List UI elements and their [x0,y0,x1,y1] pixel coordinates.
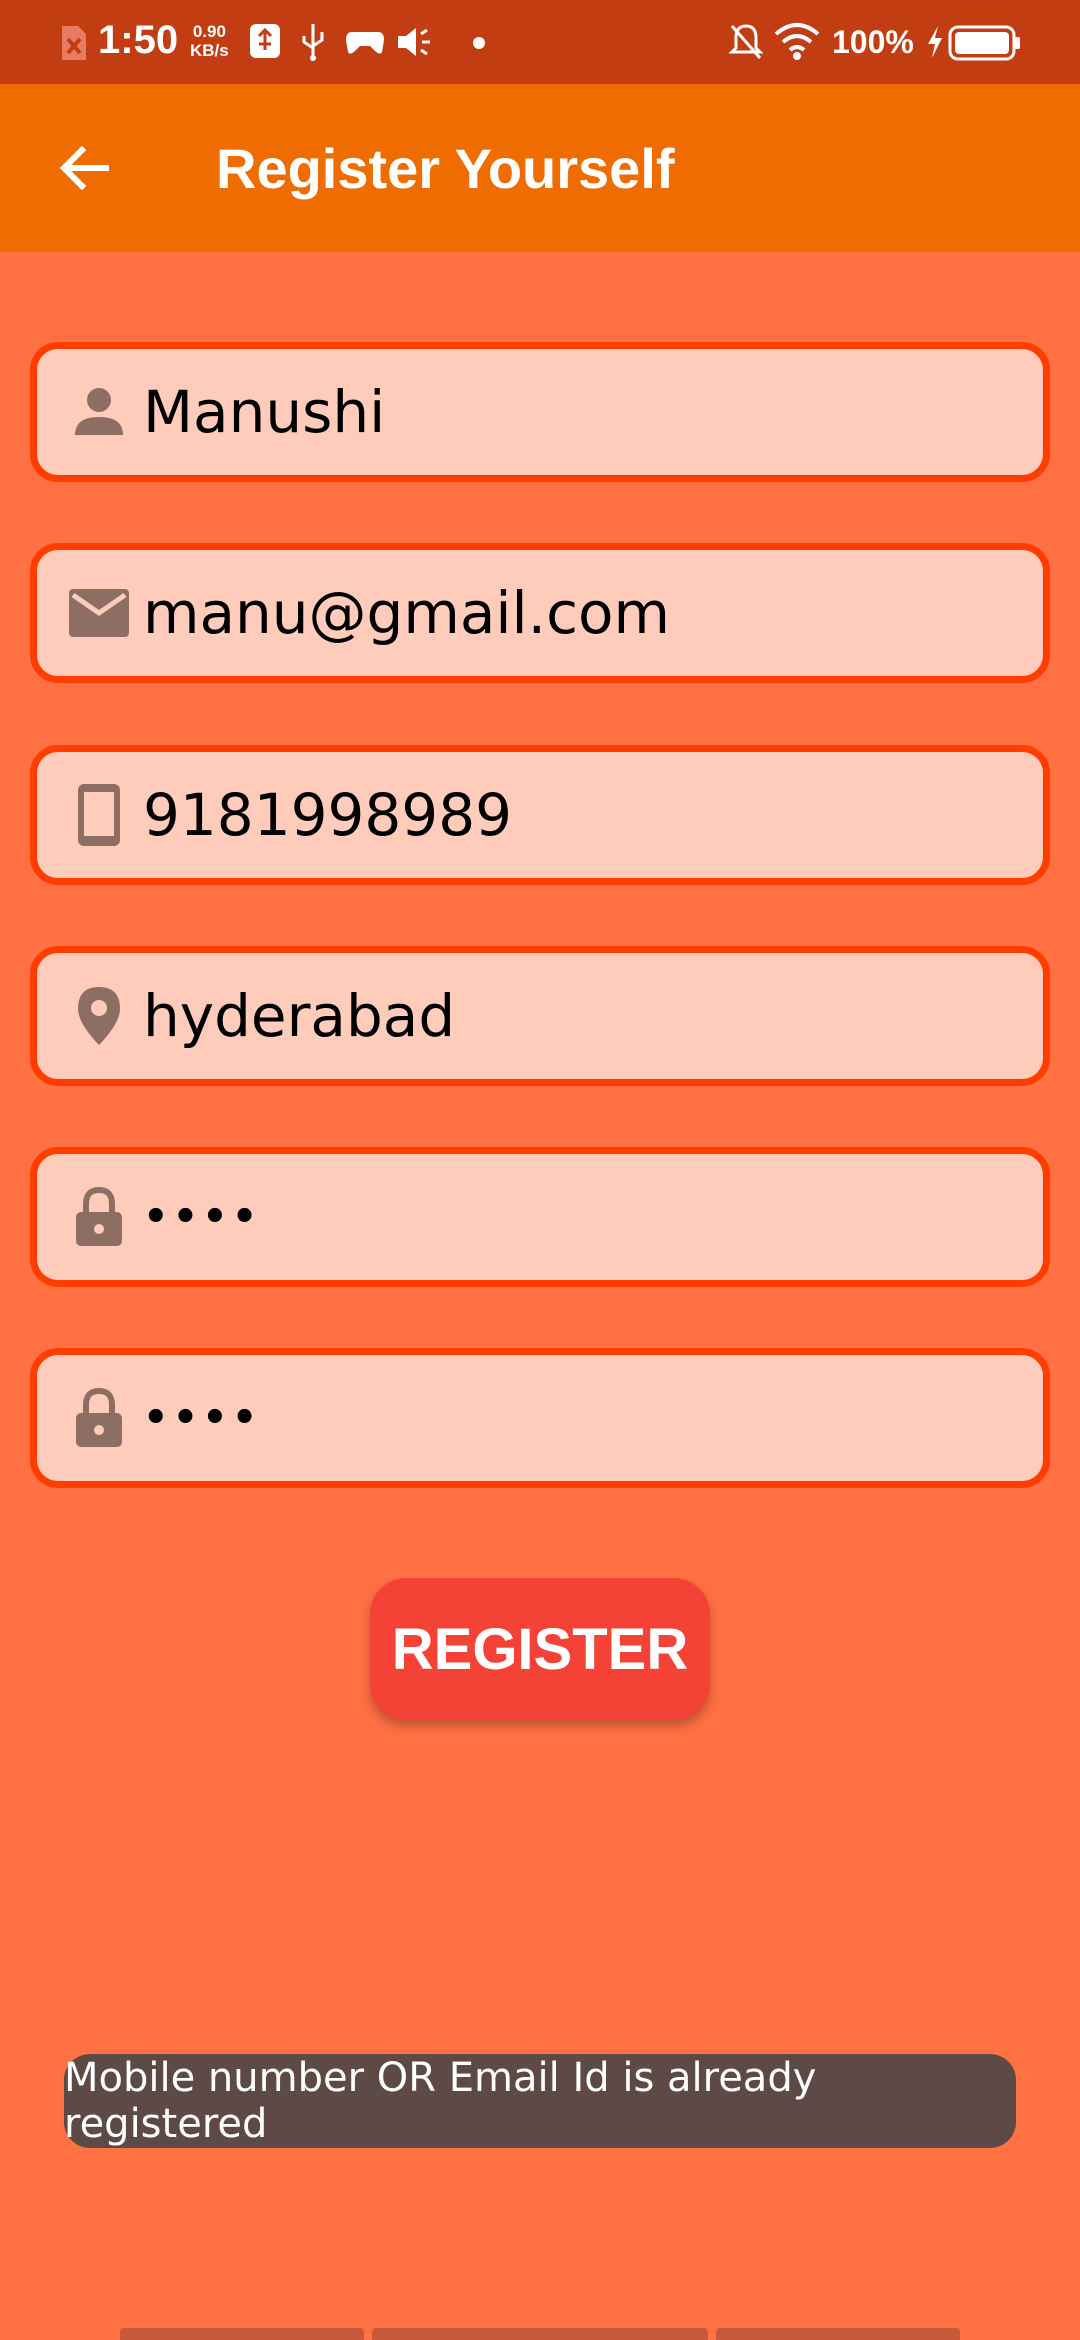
game-controller-icon [346,32,384,54]
network-speed: 0.90 KB/s [190,22,229,60]
person-icon [65,378,133,446]
password-value: •••• [143,1194,262,1240]
page-title: Register Yourself [216,137,675,200]
confirm-password-value: •••• [143,1395,262,1441]
nav-hint-segment [716,2328,960,2340]
phone-icon [65,781,133,849]
network-speed-unit: KB/s [190,41,229,60]
battery-percent: 100% [832,24,914,60]
city-field[interactable]: hyderabad [30,946,1050,1086]
name-field[interactable]: Manushi [30,342,1050,482]
status-bar: 1:50 0.90 KB/s 100% [0,0,1080,84]
name-value: Manushi [143,378,386,446]
volume-vibrate-icon [398,28,430,56]
location-pin-icon [65,982,133,1050]
mobile-field[interactable]: 9181998989 [30,745,1050,885]
sim-error-icon [62,26,86,60]
email-value: manu@gmail.com [143,579,670,647]
arrow-back-icon [59,146,109,190]
status-time: 1:50 [98,18,179,62]
city-value: hyderabad [143,982,456,1050]
wifi-icon [774,23,820,60]
bell-off-icon [728,24,764,59]
register-button[interactable]: REGISTER [370,1578,710,1720]
nav-hint-segment [372,2328,708,2340]
usb-icon [302,24,324,61]
mobile-value: 9181998989 [143,781,513,849]
email-field[interactable]: manu@gmail.com [30,543,1050,683]
network-speed-value: 0.90 [192,22,226,41]
confirm-password-field[interactable]: •••• [30,1348,1050,1488]
nav-hint-segment [120,2328,364,2340]
lock-icon [65,1384,133,1452]
usb-debug-icon [250,24,280,58]
email-icon [65,579,133,647]
notification-dot-icon [473,37,485,49]
battery-icon [948,25,1020,61]
toast-message: Mobile number OR Email Id is already reg… [64,2054,1016,2148]
charging-icon [928,26,942,58]
back-button[interactable] [48,138,120,198]
lock-icon [65,1183,133,1251]
app-bar: Register Yourself [0,84,1080,252]
password-field[interactable]: •••• [30,1147,1050,1287]
